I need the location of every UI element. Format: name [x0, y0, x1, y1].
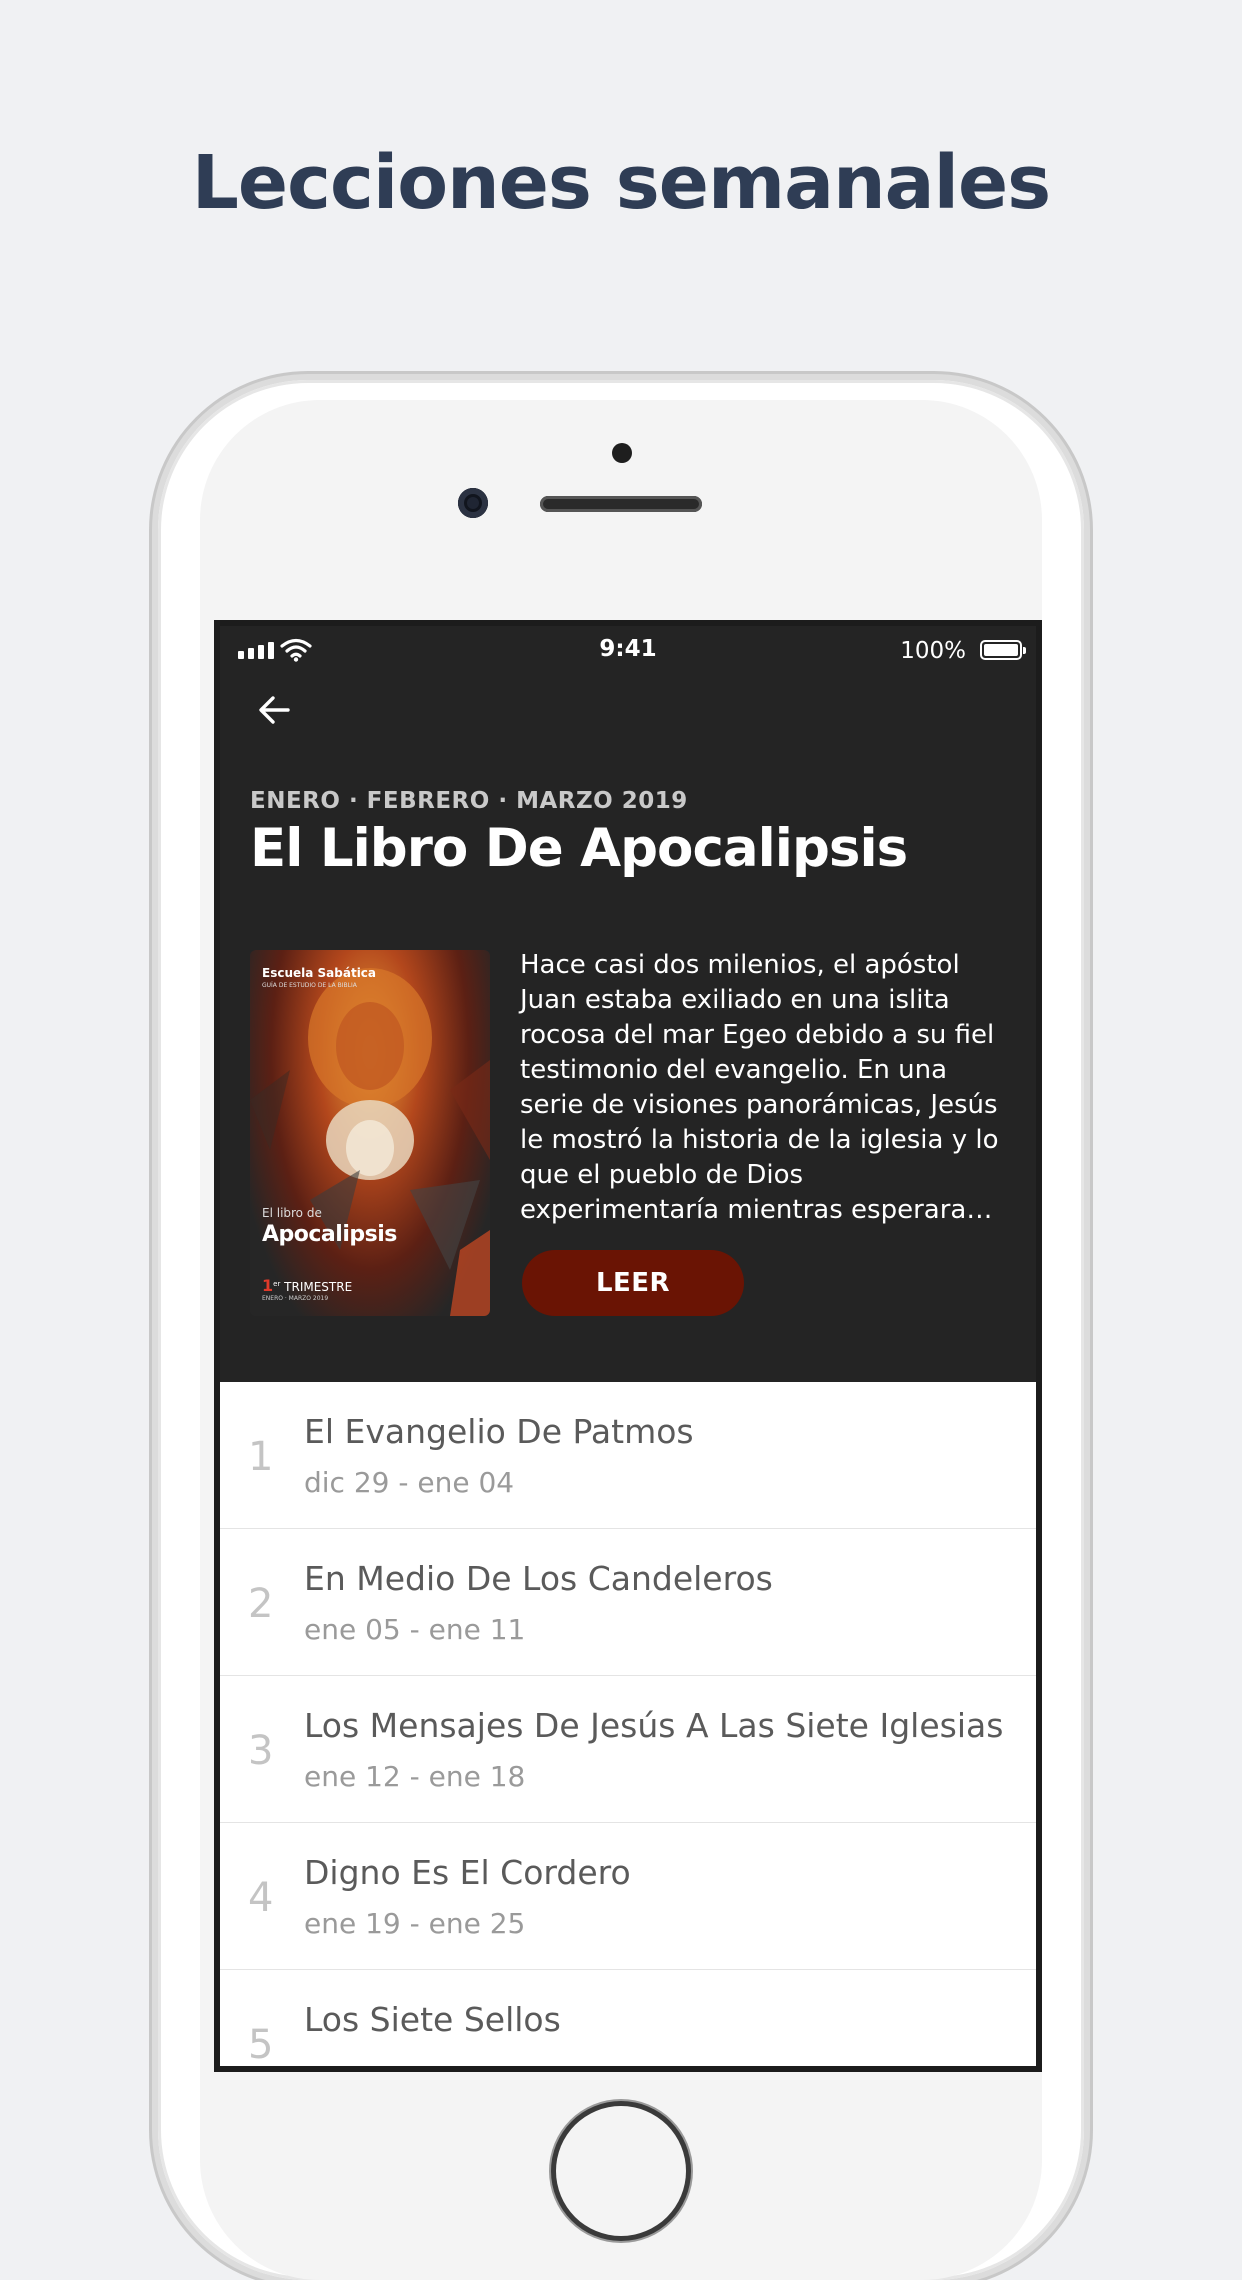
page-headline: Lecciones semanales	[191, 140, 1051, 226]
lesson-number: 4	[248, 1875, 274, 1921]
lesson-item[interactable]: 1 El Evangelio De Patmos dic 29 - ene 04	[220, 1382, 1036, 1529]
lesson-title: Los Siete Sellos	[304, 2000, 561, 2039]
lesson-list: 1 El Evangelio De Patmos dic 29 - ene 04…	[220, 1382, 1036, 2068]
earpiece-speaker	[540, 496, 702, 512]
home-button[interactable]	[556, 2106, 686, 2236]
cover-artwork	[250, 968, 490, 1316]
cover-trimester-dates: ENERO · MARZO 2019	[262, 1295, 329, 1302]
lesson-number: 2	[248, 1581, 274, 1627]
cover-trimester-suffix: er	[273, 1280, 281, 1288]
cover-trimester: 1er TRIMESTRE ENERO · MARZO 2019	[262, 1276, 352, 1302]
lesson-title: Los Mensajes De Jesús A Las Siete Iglesi…	[304, 1706, 1004, 1745]
lesson-number: 1	[248, 1434, 274, 1480]
lesson-date: ene 05 - ene 11	[304, 1613, 526, 1646]
app-screen: 9:41 100% ENERO · FEBRERO · MARZO 2019 E…	[214, 620, 1042, 2072]
quarter-cover-image[interactable]: Escuela Sabática GUÍA DE ESTUDIO DE LA B…	[250, 950, 490, 1316]
battery-percentage: 100%	[900, 638, 966, 664]
proximity-sensor	[612, 443, 632, 463]
battery-icon	[980, 640, 1026, 660]
quarter-title: El Libro De Apocalipsis	[250, 818, 908, 879]
lesson-item[interactable]: 2 En Medio De Los Candeleros ene 05 - en…	[220, 1529, 1036, 1676]
read-button[interactable]: LEER	[522, 1250, 744, 1316]
cover-pre-title: El libro de	[262, 1206, 322, 1220]
lesson-title: El Evangelio De Patmos	[304, 1412, 694, 1451]
lesson-date: ene 19 - ene 25	[304, 1907, 526, 1940]
lesson-title: Digno Es El Cordero	[304, 1853, 631, 1892]
quarter-description: Hace casi dos milenios, el apóstol Juan …	[520, 950, 999, 1225]
cover-series: Escuela Sabática	[262, 966, 377, 980]
lesson-item[interactable]: 3 Los Mensajes De Jesús A Las Siete Igle…	[220, 1676, 1036, 1823]
lesson-title: En Medio De Los Candeleros	[304, 1559, 773, 1598]
lesson-date: ene 12 - ene 18	[304, 1760, 526, 1793]
cover-trimester-number: 1	[262, 1276, 274, 1295]
quarter-date-range: ENERO · FEBRERO · MARZO 2019	[250, 788, 688, 814]
cover-trimester-label: TRIMESTRE	[284, 1280, 353, 1294]
cover-title: Apocalipsis	[262, 1222, 397, 1247]
lesson-date: dic 29 - ene 04	[304, 1466, 515, 1499]
lesson-item[interactable]: 5 Los Siete Sellos	[220, 1970, 1036, 2068]
cover-subtitle: GUÍA DE ESTUDIO DE LA BIBLIA	[262, 982, 357, 989]
front-camera	[458, 488, 488, 518]
lesson-number: 3	[248, 1728, 274, 1774]
lesson-item[interactable]: 4 Digno Es El Cordero ene 19 - ene 25	[220, 1823, 1036, 1970]
back-arrow-icon[interactable]	[250, 686, 298, 734]
lesson-number: 5	[248, 2022, 274, 2068]
status-bar: 9:41 100%	[220, 626, 1036, 676]
